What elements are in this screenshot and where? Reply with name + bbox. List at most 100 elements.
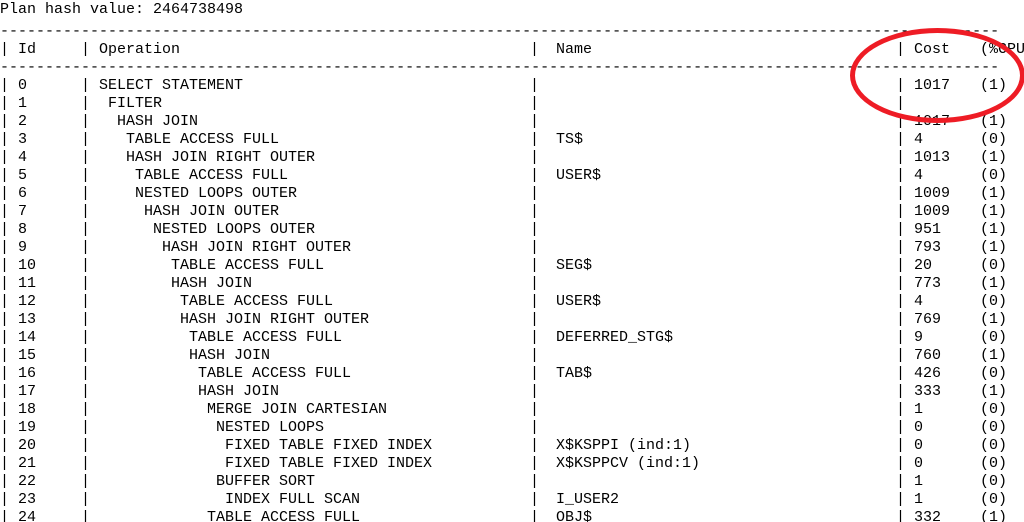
row-id: 22: [18, 473, 72, 491]
row-operation: HASH JOIN: [90, 383, 530, 401]
row-cost: 1013: [914, 149, 980, 167]
col-cost: Cost: [914, 41, 980, 59]
row-operation: HASH JOIN RIGHT OUTER: [90, 311, 530, 329]
row-name: USER$: [548, 293, 896, 311]
plan-row: |4 | HASH JOIN RIGHT OUTER||1013(1)|: [0, 149, 1024, 167]
row-cost: 1: [914, 473, 980, 491]
row-pcpu: (0): [980, 131, 1024, 149]
plan-hash-value: 2464738498: [153, 1, 243, 18]
plan-hash-label: Plan hash value:: [0, 1, 153, 18]
col-name: Name: [548, 41, 896, 59]
row-operation: HASH JOIN: [90, 113, 530, 131]
separator-top: ----------------------------------------…: [0, 23, 1024, 41]
row-cost: 760: [914, 347, 980, 365]
row-id: 6: [18, 185, 72, 203]
row-cost: 1017: [914, 77, 980, 95]
row-pcpu: (1): [980, 203, 1024, 221]
row-id: 11: [18, 275, 72, 293]
row-cost: 4: [914, 293, 980, 311]
row-cost: 0: [914, 455, 980, 473]
row-cost: 1: [914, 491, 980, 509]
row-cost: 1009: [914, 185, 980, 203]
plan-row: |23 | INDEX FULL SCAN|I_USER2|1(0)|: [0, 491, 1024, 509]
row-id: 7: [18, 203, 72, 221]
row-name: SEG$: [548, 257, 896, 275]
row-cost: 0: [914, 437, 980, 455]
row-cost: 20: [914, 257, 980, 275]
row-operation: HASH JOIN: [90, 275, 530, 293]
row-operation: INDEX FULL SCAN: [90, 491, 530, 509]
col-pcpu: (%CPU): [980, 41, 1024, 59]
row-operation: NESTED LOOPS: [90, 419, 530, 437]
row-id: 18: [18, 401, 72, 419]
row-id: 9: [18, 239, 72, 257]
row-cost: [914, 95, 980, 113]
row-operation: TABLE ACCESS FULL: [90, 167, 530, 185]
row-operation: TABLE ACCESS FULL: [90, 131, 530, 149]
plan-row: |24 | TABLE ACCESS FULL|OBJ$|332(1)|: [0, 509, 1024, 522]
plan-row: |15 | HASH JOIN||760(1)|: [0, 347, 1024, 365]
row-pcpu: (1): [980, 77, 1024, 95]
row-id: 21: [18, 455, 72, 473]
row-name: [548, 401, 896, 419]
plan-row: |12 | TABLE ACCESS FULL|USER$|4(0)|: [0, 293, 1024, 311]
row-pcpu: [980, 95, 1024, 113]
row-name: [548, 149, 896, 167]
separator-mid: ----------------------------------------…: [0, 59, 1024, 77]
row-name: [548, 203, 896, 221]
plan-row: |17 | HASH JOIN||333(1)|: [0, 383, 1024, 401]
plan-row: |9 | HASH JOIN RIGHT OUTER||793(1)|: [0, 239, 1024, 257]
row-operation: TABLE ACCESS FULL: [90, 257, 530, 275]
row-name: [548, 221, 896, 239]
row-pcpu: (0): [980, 365, 1024, 383]
row-operation: NESTED LOOPS OUTER: [90, 185, 530, 203]
row-operation: TABLE ACCESS FULL: [90, 293, 530, 311]
plan-row: |6 | NESTED LOOPS OUTER||1009(1)|: [0, 185, 1024, 203]
row-cost: 426: [914, 365, 980, 383]
row-id: 4: [18, 149, 72, 167]
plan-row: |1 | FILTER|||: [0, 95, 1024, 113]
row-operation: HASH JOIN: [90, 347, 530, 365]
row-name: DEFERRED_STG$: [548, 329, 896, 347]
plan-hash-line: Plan hash value: 2464738498: [0, 0, 1024, 23]
row-name: [548, 185, 896, 203]
row-name: X$KSPPCV (ind:1): [548, 455, 896, 473]
plan-row: |0 | SELECT STATEMENT||1017(1)|: [0, 77, 1024, 95]
plan-row: |5 | TABLE ACCESS FULL|USER$|4(0)|: [0, 167, 1024, 185]
plan-row: |18 | MERGE JOIN CARTESIAN||1(0)|: [0, 401, 1024, 419]
row-id: 20: [18, 437, 72, 455]
row-operation: FIXED TABLE FIXED INDEX: [90, 437, 530, 455]
row-cost: 793: [914, 239, 980, 257]
row-name: [548, 311, 896, 329]
row-operation: TABLE ACCESS FULL: [90, 365, 530, 383]
row-id: 12: [18, 293, 72, 311]
row-id: 8: [18, 221, 72, 239]
row-name: I_USER2: [548, 491, 896, 509]
row-cost: 769: [914, 311, 980, 329]
row-pcpu: (0): [980, 455, 1024, 473]
row-cost: 1: [914, 401, 980, 419]
row-cost: 333: [914, 383, 980, 401]
row-cost: 4: [914, 131, 980, 149]
plan-row: |3 | TABLE ACCESS FULL|TS$|4(0)|: [0, 131, 1024, 149]
row-pcpu: (1): [980, 113, 1024, 131]
row-id: 14: [18, 329, 72, 347]
row-operation: FIXED TABLE FIXED INDEX: [90, 455, 530, 473]
row-pcpu: (1): [980, 311, 1024, 329]
explain-plan-table: | Id | Operation | Name | Cost (%CPU) | …: [0, 41, 1024, 522]
col-id: Id: [18, 41, 72, 59]
row-pcpu: (1): [980, 149, 1024, 167]
row-pcpu: (1): [980, 185, 1024, 203]
row-id: 0: [18, 77, 72, 95]
row-name: [548, 347, 896, 365]
row-operation: MERGE JOIN CARTESIAN: [90, 401, 530, 419]
row-operation: NESTED LOOPS OUTER: [90, 221, 530, 239]
row-name: USER$: [548, 167, 896, 185]
row-operation: TABLE ACCESS FULL: [90, 329, 530, 347]
row-id: 19: [18, 419, 72, 437]
row-id: 3: [18, 131, 72, 149]
plan-row: |2 | HASH JOIN||1017(1)|: [0, 113, 1024, 131]
row-id: 2: [18, 113, 72, 131]
row-name: [548, 95, 896, 113]
row-pcpu: (0): [980, 491, 1024, 509]
